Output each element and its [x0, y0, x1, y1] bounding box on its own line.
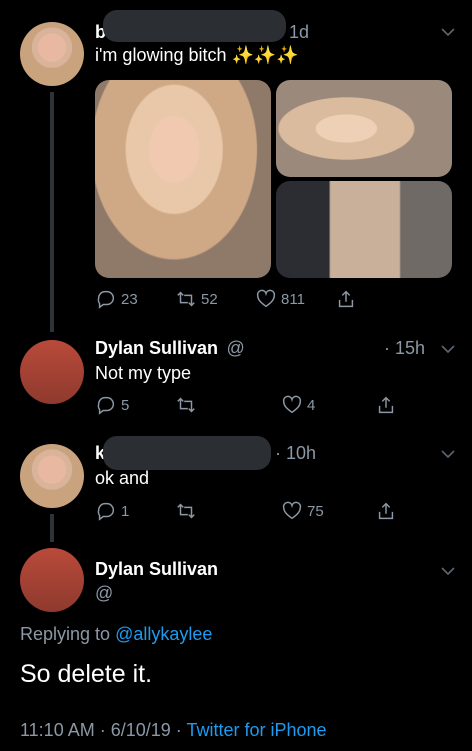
heart-icon	[282, 395, 302, 414]
retweet-count: 52	[201, 290, 218, 308]
reply-count: 23	[121, 290, 138, 308]
avatar[interactable]	[20, 444, 84, 508]
chevron-down-icon[interactable]	[440, 563, 456, 579]
retweet-button[interactable]	[175, 500, 281, 522]
photo-3[interactable]	[276, 181, 452, 278]
heart-icon	[282, 501, 302, 520]
reply-icon	[97, 502, 115, 521]
retweet-icon	[177, 503, 195, 519]
replying-prefix: Replying to	[20, 624, 116, 644]
avatar[interactable]	[20, 340, 84, 404]
main-tweet-text: So delete it.	[20, 660, 153, 688]
like-button[interactable]: 75	[281, 500, 375, 522]
share-icon	[378, 396, 394, 414]
chevron-down-icon[interactable]	[440, 341, 456, 357]
reply-count: 1	[121, 502, 130, 520]
retweet-icon	[177, 397, 195, 413]
tweet-actions: 1 75	[95, 500, 465, 522]
tweet-text: ok and	[95, 468, 150, 488]
tweet-meta: 11:10 AM · 6/10/19 · Twitter for iPhone	[20, 720, 327, 741]
tweet-text: i'm glowing bitch ✨✨✨	[95, 45, 299, 65]
share-button[interactable]	[335, 288, 357, 310]
retweet-button[interactable]	[175, 394, 281, 416]
retweet-button[interactable]: 52	[175, 288, 255, 310]
display-name[interactable]: Dylan Sullivan @	[95, 338, 245, 359]
handle[interactable]: @	[95, 583, 113, 604]
avatar[interactable]	[20, 548, 84, 612]
chevron-down-icon[interactable]	[440, 446, 456, 462]
retweet-icon	[177, 291, 195, 307]
display-name-text: Dylan Sullivan	[95, 338, 219, 358]
share-icon	[378, 502, 394, 520]
redacted-handle	[103, 436, 271, 470]
reply-icon	[97, 396, 115, 415]
source-link[interactable]: Twitter for iPhone	[186, 720, 326, 740]
share-button[interactable]	[375, 394, 397, 416]
heart-icon	[256, 289, 276, 308]
share-button[interactable]	[375, 500, 397, 522]
redacted-handle	[103, 10, 286, 42]
tweet-text: Not my type	[95, 363, 192, 383]
display-name[interactable]: Dylan Sullivan	[95, 559, 218, 580]
replying-to: Replying to @allykaylee	[20, 624, 212, 645]
timestamp[interactable]: 11:10 AM · 6/10/19 ·	[20, 720, 186, 740]
photo-2[interactable]	[276, 80, 452, 177]
replying-handle-link[interactable]: @allykaylee	[115, 624, 212, 644]
reply-count: 5	[121, 396, 130, 414]
tweet-actions: 5 4	[95, 394, 465, 416]
like-button[interactable]: 811	[255, 288, 335, 310]
tweet-time[interactable]: · 15h	[384, 338, 425, 359]
thread-line	[50, 92, 54, 332]
tweet-actions: 23 52 811	[95, 288, 465, 310]
reply-icon	[97, 290, 115, 309]
reply-button[interactable]: 1	[95, 500, 175, 522]
reply-button[interactable]: 5	[95, 394, 175, 416]
reply-button[interactable]: 23	[95, 288, 175, 310]
like-count: 4	[307, 396, 316, 414]
like-count: 75	[307, 502, 324, 520]
like-button[interactable]: 4	[281, 394, 375, 416]
avatar[interactable]	[20, 22, 84, 86]
like-count: 811	[281, 290, 305, 308]
handle: @	[226, 338, 245, 358]
tweet-time[interactable]: · 10h	[275, 443, 316, 464]
share-icon	[338, 290, 354, 308]
tweet-time[interactable]: 1d	[289, 22, 309, 43]
photo-1[interactable]	[95, 80, 271, 278]
chevron-down-icon[interactable]	[440, 24, 456, 40]
thread-line	[50, 514, 54, 542]
